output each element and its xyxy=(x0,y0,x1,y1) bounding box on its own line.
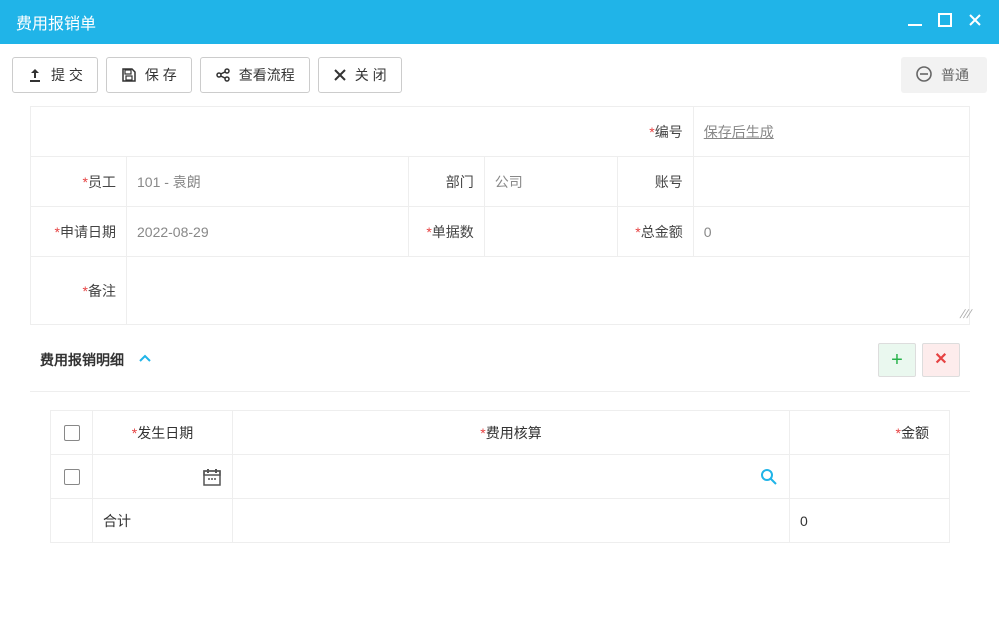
add-row-button[interactable]: + xyxy=(878,343,916,377)
chevron-up-icon[interactable] xyxy=(138,352,152,369)
footer-label: 合计 xyxy=(103,513,131,529)
col-date-label: 发生日期 xyxy=(137,425,193,441)
form-table: *编号 保存后生成 *员工 101 - 袁朗 部门 公司 账号 *申请日期 20… xyxy=(30,106,970,325)
upload-icon xyxy=(27,67,43,83)
calendar-icon[interactable] xyxy=(202,467,222,487)
doc-count-label: 单据数 xyxy=(432,224,474,240)
apply-date-field[interactable]: 2022-08-29 xyxy=(137,224,209,240)
titlebar: 费用报销单 xyxy=(0,0,999,44)
circle-minus-icon xyxy=(915,65,933,86)
maximize-icon[interactable] xyxy=(937,12,953,32)
close-label: 关 闭 xyxy=(355,65,387,85)
date-cell[interactable] xyxy=(93,455,233,499)
submit-button[interactable]: 提 交 xyxy=(12,57,98,93)
row-checkbox[interactable] xyxy=(64,469,80,485)
select-all-checkbox[interactable] xyxy=(64,425,80,441)
x-icon xyxy=(333,68,347,82)
account-cell[interactable] xyxy=(233,455,790,499)
detail-table: *发生日期 *费用核算 *金额 xyxy=(50,410,950,543)
view-flow-label: 查看流程 xyxy=(239,65,295,85)
detail-header-row: *发生日期 *费用核算 *金额 xyxy=(51,411,950,455)
view-flow-button[interactable]: 查看流程 xyxy=(200,57,310,93)
search-icon[interactable] xyxy=(759,467,779,487)
table-row xyxy=(51,455,950,499)
save-label: 保 存 xyxy=(145,65,177,85)
toolbar: 提 交 保 存 查看流程 关 闭 普通 xyxy=(0,44,999,106)
number-label: 编号 xyxy=(655,124,683,140)
priority-button[interactable]: 普通 xyxy=(901,57,987,93)
section-divider xyxy=(30,391,970,392)
detail-section-title: 费用报销明细 xyxy=(40,350,124,370)
footer-amount: 0 xyxy=(800,513,808,529)
dept-field[interactable]: 公司 xyxy=(495,174,523,190)
submit-label: 提 交 xyxy=(51,65,83,85)
close-icon[interactable] xyxy=(967,12,983,32)
table-footer-row: 合计 0 xyxy=(51,499,950,543)
total-label: 总金额 xyxy=(641,224,683,240)
window-title: 费用报销单 xyxy=(16,10,96,34)
minimize-icon[interactable] xyxy=(907,12,923,32)
col-amount-label: 金额 xyxy=(901,425,929,441)
save-icon xyxy=(121,67,137,83)
share-icon xyxy=(215,67,231,83)
close-button[interactable]: 关 闭 xyxy=(318,57,402,93)
save-button[interactable]: 保 存 xyxy=(106,57,192,93)
remark-label: 备注 xyxy=(88,283,116,299)
delete-row-button[interactable]: ✕ xyxy=(922,343,960,377)
window-controls xyxy=(907,12,983,32)
apply-date-label: 申请日期 xyxy=(60,224,116,240)
employee-field[interactable]: 101 - 袁朗 xyxy=(137,174,201,190)
employee-label: 员工 xyxy=(88,174,116,190)
plus-icon: + xyxy=(891,350,903,370)
dept-label: 部门 xyxy=(446,174,474,190)
amount-cell[interactable] xyxy=(790,455,950,499)
detail-section-header: 费用报销明细 + ✕ xyxy=(30,325,970,391)
col-account-label: 费用核算 xyxy=(486,425,542,441)
content-area: *编号 保存后生成 *员工 101 - 袁朗 部门 公司 账号 *申请日期 20… xyxy=(0,106,999,636)
priority-label: 普通 xyxy=(941,65,969,85)
total-field[interactable]: 0 xyxy=(704,224,712,240)
account-label: 账号 xyxy=(655,174,683,190)
x-icon: ✕ xyxy=(934,352,947,368)
number-value: 保存后生成 xyxy=(704,124,774,140)
